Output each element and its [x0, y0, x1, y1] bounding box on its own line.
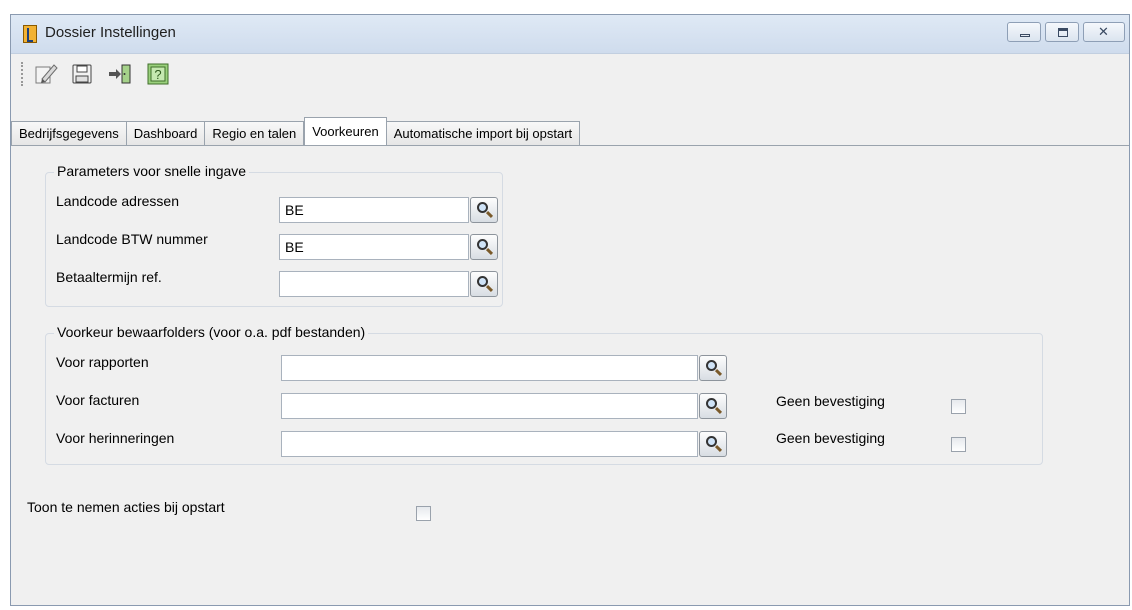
folders-group: Voorkeur bewaarfolders (voor o.a. pdf be…: [45, 324, 1043, 465]
help-icon[interactable]: ?: [145, 62, 171, 86]
toolbar-grip-icon[interactable]: [21, 62, 26, 86]
tab-bedrijfsgegevens[interactable]: Bedrijfsgegevens: [11, 121, 127, 145]
minimize-button[interactable]: [1007, 22, 1041, 42]
invoices-no-confirm-label: Geen bevestiging: [776, 393, 885, 409]
quick-entry-group: Parameters voor snelle ingave Landcode a…: [45, 163, 503, 307]
tab-automatische-import[interactable]: Automatische import bij opstart: [386, 121, 581, 145]
reminders-no-confirm-label: Geen bevestiging: [776, 430, 885, 446]
app-icon: [23, 25, 37, 43]
country-vat-lookup-button[interactable]: [470, 234, 498, 260]
settings-window: Dossier Instellingen ? Bedrijfsgegevens …: [10, 14, 1130, 606]
maximize-button[interactable]: [1045, 22, 1079, 42]
toolbar: ?: [11, 54, 1129, 94]
exit-icon[interactable]: [107, 62, 133, 86]
reports-folder-label: Voor rapporten: [56, 354, 149, 370]
tab-dashboard[interactable]: Dashboard: [126, 121, 206, 145]
startup-actions-checkbox[interactable]: [416, 506, 431, 521]
payment-term-label: Betaaltermijn ref.: [56, 269, 162, 285]
window-controls: [1007, 22, 1125, 42]
invoices-folder-lookup-button[interactable]: [699, 393, 727, 419]
tab-strip: Bedrijfsgegevens Dashboard Regio en tale…: [11, 117, 581, 145]
reminders-folder-lookup-button[interactable]: [699, 431, 727, 457]
startup-actions-label: Toon te nemen acties bij opstart: [27, 499, 225, 515]
country-vat-label: Landcode BTW nummer: [56, 231, 208, 247]
reminders-folder-label: Voor herinneringen: [56, 430, 175, 446]
tab-regio-en-talen[interactable]: Regio en talen: [205, 121, 305, 145]
reminders-no-confirm-checkbox[interactable]: [951, 437, 966, 452]
save-icon[interactable]: [69, 62, 95, 86]
close-button[interactable]: [1083, 22, 1125, 42]
country-vat-input[interactable]: [279, 234, 469, 260]
invoices-folder-label: Voor facturen: [56, 392, 140, 408]
reports-folder-lookup-button[interactable]: [699, 355, 727, 381]
invoices-folder-input[interactable]: [281, 393, 698, 419]
folders-legend: Voorkeur bewaarfolders (voor o.a. pdf be…: [54, 324, 369, 340]
reminders-folder-input[interactable]: [281, 431, 698, 457]
payment-term-input[interactable]: [279, 271, 469, 297]
voorkeuren-panel: Parameters voor snelle ingave Landcode a…: [11, 145, 1129, 605]
invoices-no-confirm-checkbox[interactable]: [951, 399, 966, 414]
window-title: Dossier Instellingen: [45, 24, 176, 41]
title-bar: Dossier Instellingen: [11, 15, 1129, 54]
svg-text:?: ?: [154, 67, 161, 82]
payment-term-lookup-button[interactable]: [470, 271, 498, 297]
quick-entry-legend: Parameters voor snelle ingave: [54, 163, 250, 179]
country-addresses-lookup-button[interactable]: [470, 197, 498, 223]
country-addresses-label: Landcode adressen: [56, 193, 179, 209]
reports-folder-input[interactable]: [281, 355, 698, 381]
edit-icon[interactable]: [33, 62, 59, 86]
tab-voorkeuren[interactable]: Voorkeuren: [304, 117, 387, 145]
country-addresses-input[interactable]: [279, 197, 469, 223]
